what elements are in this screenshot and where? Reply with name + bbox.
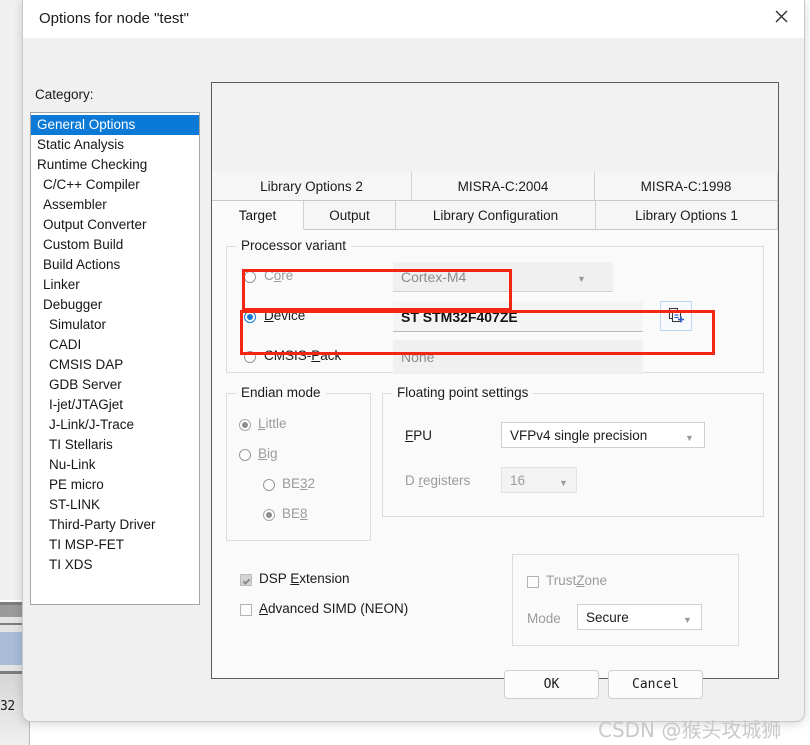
tab-strip: Library Options 2 MISRA-C:2004 MISRA-C:199…: [212, 172, 778, 230]
endian-be32-label: BE32: [282, 476, 316, 491]
fpu-label: FPU: [405, 428, 433, 443]
category-list[interactable]: General Options Static Analysis Runtime Ch…: [30, 112, 200, 605]
sidebar-item-cmsis-dap[interactable]: CMSIS DAP: [31, 355, 199, 375]
endian-be8-radio[interactable]: [263, 509, 275, 521]
dialog-title: Options for node "test": [39, 10, 189, 27]
sidebar-item-general-options[interactable]: General Options: [31, 115, 199, 135]
cmsis-pack-label: CMSIS-Pack: [264, 348, 342, 363]
endian-big-label: Big: [258, 446, 278, 461]
endian-big-radio[interactable]: [239, 449, 251, 461]
cmsis-pack-row[interactable]: CMSIS-Pack None: [228, 337, 764, 377]
tab-library-options-2[interactable]: Library Options 2: [212, 172, 412, 201]
sidebar-item-third-party-driver[interactable]: Third-Party Driver: [31, 515, 199, 535]
d-registers-label: D registers: [405, 473, 471, 488]
core-label: Core: [264, 268, 294, 283]
core-row[interactable]: Core Cortex-M4 ▼: [228, 257, 764, 297]
endian-be8-label: BE8: [282, 506, 308, 521]
group-processor-variant: Processor variant Core Cortex-M4 ▼ Devic…: [226, 238, 764, 374]
tab-misra-c-1998[interactable]: MISRA-C:1998: [595, 172, 778, 201]
device-row[interactable]: Device ST STM32F407ZE: [228, 297, 764, 337]
trustzone-label: TrustZone: [546, 573, 608, 588]
group-endian-mode: Endian mode Little Big BE32 BE8: [226, 385, 371, 541]
sidebar-item-static-analysis[interactable]: Static Analysis: [31, 135, 199, 155]
sidebar-item-build-actions[interactable]: Build Actions: [31, 255, 199, 275]
tab-target[interactable]: Target: [212, 201, 304, 230]
endian-be32-radio[interactable]: [263, 479, 275, 491]
chevron-down-icon[interactable]: ▼: [577, 274, 586, 284]
group-processor-variant-title: Processor variant: [236, 238, 352, 253]
device-add-icon[interactable]: [660, 301, 692, 331]
sidebar-item-nu-link[interactable]: Nu-Link: [31, 455, 199, 475]
sidebar-item-i-jet-jtagjet[interactable]: I-jet/JTAGjet: [31, 395, 199, 415]
sidebar-item-gdb-server[interactable]: GDB Server: [31, 375, 199, 395]
group-floating-point-title: Floating point settings: [392, 385, 534, 400]
tab-panel-target: Processor variant Core Cortex-M4 ▼ Devic…: [212, 230, 778, 678]
dialog-titlebar: Options for node "test": [23, 0, 804, 38]
ok-button[interactable]: OK: [504, 670, 599, 699]
sidebar-item-ti-xds[interactable]: TI XDS: [31, 555, 199, 575]
core-value: Cortex-M4: [393, 262, 558, 292]
sidebar-item-ti-stellaris[interactable]: TI Stellaris: [31, 435, 199, 455]
tab-library-configuration[interactable]: Library Configuration: [396, 201, 596, 230]
sidebar-item-assembler[interactable]: Assembler: [31, 195, 199, 215]
core-radio[interactable]: [244, 271, 256, 283]
sidebar-item-st-link[interactable]: ST-LINK: [31, 495, 199, 515]
trustzone-mode-chevron-down-icon: ▼: [683, 615, 692, 625]
dsp-extension-label: DSP Extension: [259, 571, 350, 586]
sidebar-item-j-link-j-trace[interactable]: J-Link/J-Trace: [31, 415, 199, 435]
dsp-extension-checkbox[interactable]: [240, 574, 252, 586]
sidebar-item-output-converter[interactable]: Output Converter: [31, 215, 199, 235]
trustzone-checkbox[interactable]: [527, 576, 539, 588]
sidebar-item-linker[interactable]: Linker: [31, 275, 199, 295]
tab-output[interactable]: Output: [304, 201, 396, 230]
device-label: Device: [264, 308, 306, 323]
category-label: Category:: [35, 87, 94, 102]
advanced-simd-checkbox[interactable]: [240, 604, 252, 616]
cmsis-pack-radio[interactable]: [244, 351, 256, 363]
sidebar-item-runtime-checking[interactable]: Runtime Checking: [31, 155, 199, 175]
device-radio[interactable]: [244, 311, 256, 323]
backdrop-partial-label: 32: [0, 699, 15, 714]
fpu-chevron-down-icon[interactable]: ▼: [685, 433, 694, 443]
sidebar-item-pe-micro[interactable]: PE micro: [31, 475, 199, 495]
fpu-select[interactable]: VFPv4 single precision: [501, 422, 705, 448]
group-trustzone: TrustZone Mode Secure ▼: [512, 554, 739, 646]
cmsis-pack-value: None: [393, 340, 643, 374]
sidebar-item-cadi[interactable]: CADI: [31, 335, 199, 355]
tab-library-options-1[interactable]: Library Options 1: [596, 201, 778, 230]
sidebar-item-simulator[interactable]: Simulator: [31, 315, 199, 335]
endian-little-radio[interactable]: [239, 419, 251, 431]
tab-row-primary: Target Output Library Configuration Library…: [212, 201, 778, 230]
group-floating-point: Floating point settings FPU VFPv4 single…: [382, 385, 764, 517]
endian-little-label: Little: [258, 416, 287, 431]
group-endian-mode-title: Endian mode: [236, 385, 326, 400]
sidebar-item-debugger[interactable]: Debugger: [31, 295, 199, 315]
device-value[interactable]: ST STM32F407ZE: [393, 302, 643, 332]
advanced-simd-label: Advanced SIMD (NEON): [259, 601, 409, 616]
trustzone-mode-label: Mode: [527, 611, 561, 626]
sidebar-item-c-c-compiler[interactable]: C/C++ Compiler: [31, 175, 199, 195]
close-icon[interactable]: [758, 0, 804, 33]
cancel-button[interactable]: Cancel: [608, 670, 703, 699]
sidebar-item-ti-msp-fet[interactable]: TI MSP-FET: [31, 535, 199, 555]
sidebar-item-custom-build[interactable]: Custom Build: [31, 235, 199, 255]
tab-row-secondary: Library Options 2 MISRA-C:2004 MISRA-C:199…: [212, 172, 778, 201]
options-dialog: Options for node "test" Category: Genera…: [22, 0, 805, 722]
d-registers-chevron-down-icon: ▼: [559, 478, 568, 488]
tab-misra-c-2004[interactable]: MISRA-C:2004: [412, 172, 595, 201]
